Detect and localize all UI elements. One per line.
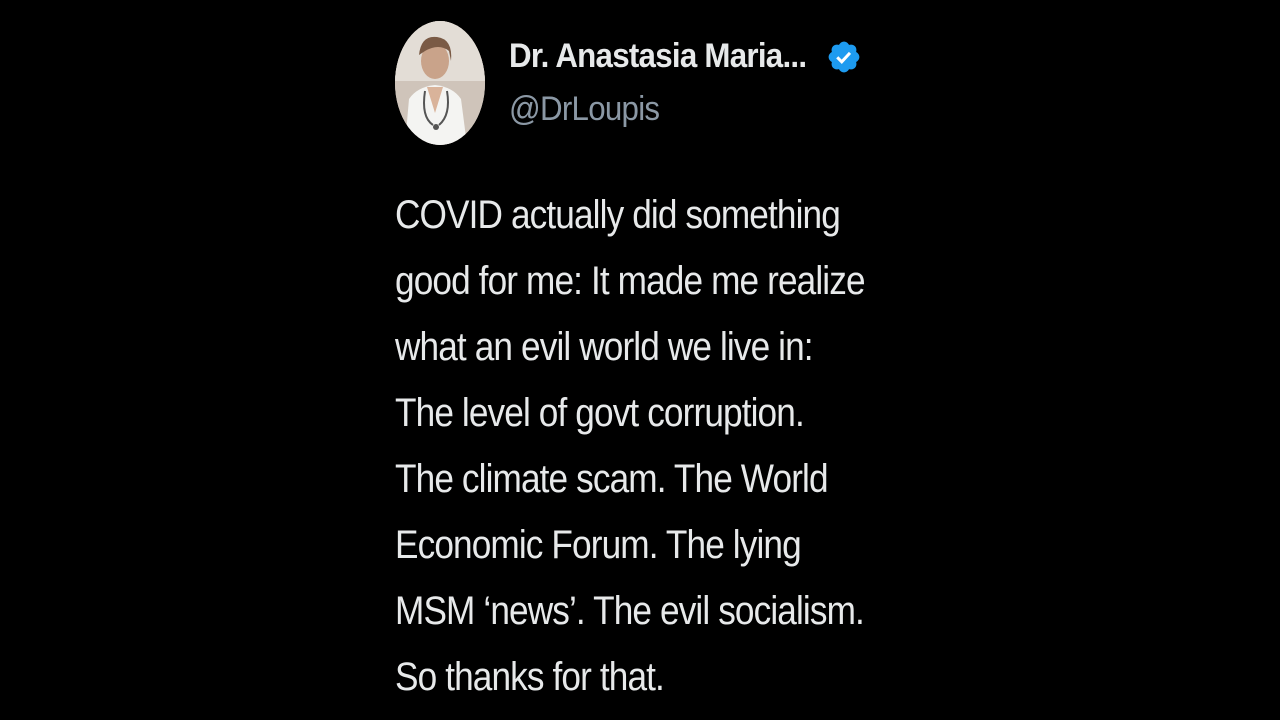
tweet-text-line: COVID actually did something bbox=[395, 193, 841, 237]
tweet-text-line: So thanks for that. bbox=[395, 655, 665, 699]
tweet-text-line: good for me: It made me realize bbox=[395, 259, 866, 303]
verified-badge-icon[interactable] bbox=[826, 39, 862, 75]
tweet-text-line: MSM ‘news’. The evil socialism. bbox=[395, 589, 865, 633]
tweet-text-line: The climate scam. The World bbox=[395, 457, 829, 501]
tweet-header: Dr. Anastasia Maria... @DrLoupis bbox=[395, 20, 915, 146]
author-display-name[interactable]: Dr. Anastasia Maria... bbox=[509, 37, 807, 76]
tweet-card: Dr. Anastasia Maria... @DrLoupis COVID a… bbox=[395, 20, 915, 710]
tweet-screenshot: Dr. Anastasia Maria... @DrLoupis COVID a… bbox=[0, 0, 1280, 720]
tweet-text-line: The level of govt corruption. bbox=[395, 391, 805, 435]
avatar-photo bbox=[395, 21, 485, 145]
tweet-text-line: what an evil world we live in: bbox=[395, 325, 814, 369]
avatar[interactable] bbox=[395, 21, 485, 145]
name-row: Dr. Anastasia Maria... bbox=[509, 37, 862, 76]
tweet-text: COVID actually did something good for me… bbox=[395, 182, 915, 710]
tweet-text-line: Economic Forum. The lying bbox=[395, 523, 802, 567]
author-handle[interactable]: @DrLoupis bbox=[509, 90, 834, 129]
author-names: Dr. Anastasia Maria... @DrLoupis bbox=[509, 37, 862, 129]
